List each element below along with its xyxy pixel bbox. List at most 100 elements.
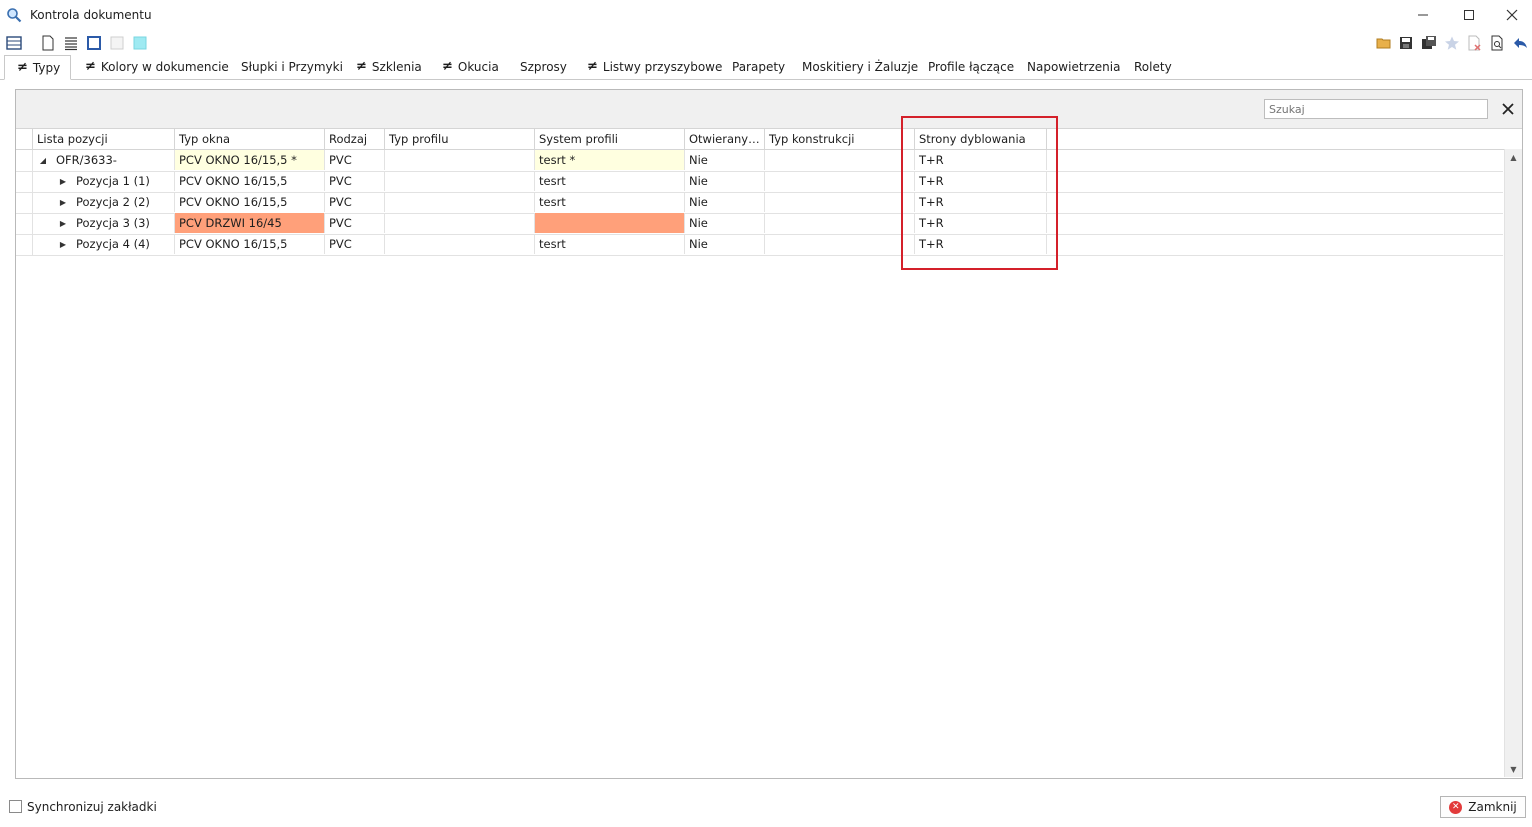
- close-window-button[interactable]: [1492, 0, 1532, 30]
- cell-system-profili: tesrt: [534, 234, 684, 254]
- cell-lista-pozycji: Pozycja 3 (3): [76, 216, 150, 230]
- cell-otwierany: Nie: [684, 192, 764, 212]
- cell-typ-profilu: [384, 234, 534, 254]
- cell-typ-konstrukcji: [764, 171, 914, 191]
- cell-filler: [1046, 192, 1066, 212]
- tab-szklenia[interactable]: ≠ Szklenia: [356, 55, 422, 78]
- cell-typ-profilu: [384, 150, 534, 170]
- not-equal-icon: ≠: [17, 60, 28, 75]
- column-header-rodzaj[interactable]: Rodzaj: [324, 129, 384, 149]
- open-folder-icon[interactable]: [1376, 35, 1392, 51]
- tab-moskitiery[interactable]: Moskitiery i Żaluzje: [802, 55, 918, 78]
- list-icon[interactable]: [63, 35, 79, 51]
- title-bar: Kontrola dokumentu: [0, 0, 1532, 30]
- close-circle-icon: ✕: [1449, 800, 1463, 814]
- collapse-triangle-icon[interactable]: ◢: [36, 150, 50, 170]
- tree-guide-line: [32, 150, 33, 255]
- cell-typ-okna: PCV OKNO 16/15,5: [174, 234, 324, 254]
- delete-document-icon[interactable]: [1466, 35, 1482, 51]
- not-equal-icon: ≠: [85, 59, 96, 74]
- cell-lista-pozycji: OFR/3633-: [56, 153, 117, 167]
- search-input[interactable]: [1264, 99, 1488, 119]
- tab-profile-laczace[interactable]: Profile łączące: [928, 55, 1014, 78]
- tab-parapety[interactable]: Parapety: [732, 55, 785, 78]
- table-row[interactable]: ▶ Pozycja 3 (3) PCV DRZWI 16/45 PVC Nie …: [16, 213, 1503, 235]
- cell-typ-profilu: [384, 192, 534, 212]
- table-row[interactable]: ▶ Pozycja 1 (1) PCV OKNO 16/15,5 PVC tes…: [16, 171, 1503, 193]
- cell-filler: [1046, 234, 1066, 254]
- column-header-typ-profilu[interactable]: Typ profilu: [384, 129, 534, 149]
- save-icon[interactable]: [1398, 35, 1414, 51]
- clear-search-icon[interactable]: [1498, 99, 1518, 119]
- cell-rodzaj: PVC: [324, 234, 384, 254]
- column-header-filler: [1046, 129, 1066, 149]
- cell-typ-okna: PCV OKNO 16/15,5 *: [174, 150, 324, 170]
- column-header-otwierany[interactable]: Otwierany…: [684, 129, 764, 149]
- sync-tabs-label: Synchronizuj zakładki: [27, 800, 157, 814]
- sync-tabs-checkbox[interactable]: [9, 800, 22, 813]
- grid-header: Lista pozycji Typ okna Rodzaj Typ profil…: [16, 129, 1522, 150]
- expand-triangle-icon[interactable]: ▶: [56, 192, 70, 212]
- cell-filler: [1046, 213, 1066, 233]
- minimize-button[interactable]: [1400, 0, 1446, 30]
- tab-napowietrzenia[interactable]: Napowietrzenia: [1027, 55, 1120, 78]
- square-light-icon[interactable]: [109, 35, 125, 51]
- not-equal-icon: ≠: [442, 59, 453, 74]
- cell-rodzaj: PVC: [324, 213, 384, 233]
- cell-system-profili: tesrt: [534, 192, 684, 212]
- panel-header: [16, 90, 1522, 129]
- column-header-typ-konstrukcji[interactable]: Typ konstrukcji: [764, 129, 914, 149]
- not-equal-icon: ≠: [356, 59, 367, 74]
- tab-okucia[interactable]: ≠ Okucia: [442, 55, 499, 78]
- cell-lista-pozycji: Pozycja 4 (4): [76, 237, 150, 251]
- vertical-scrollbar[interactable]: ▲ ▼: [1504, 149, 1522, 777]
- cell-system-profili: tesrt: [534, 171, 684, 191]
- cell-typ-konstrukcji: [764, 234, 914, 254]
- cell-typ-profilu: [384, 213, 534, 233]
- expand-triangle-icon[interactable]: ▶: [56, 234, 70, 254]
- tab-typy[interactable]: ≠ Typy: [4, 55, 72, 80]
- cell-lista-pozycji: Pozycja 2 (2): [76, 195, 150, 209]
- cell-system-profili: [534, 213, 684, 233]
- maximize-button[interactable]: [1446, 0, 1492, 30]
- expand-triangle-icon[interactable]: ▶: [56, 171, 70, 191]
- not-equal-icon: ≠: [587, 59, 598, 74]
- square-outline-icon[interactable]: [86, 35, 102, 51]
- column-header-system-profili[interactable]: System profili: [534, 129, 684, 149]
- cell-strony-dyblowania: T+R: [914, 213, 1046, 233]
- cell-filler: [1046, 171, 1066, 191]
- undo-arrow-icon[interactable]: [1512, 35, 1528, 51]
- column-header-strony-dyblowania[interactable]: Strony dyblowania: [914, 129, 1046, 149]
- save-all-icon[interactable]: [1421, 35, 1437, 51]
- cell-strony-dyblowania: T+R: [914, 234, 1046, 254]
- cell-otwierany: Nie: [684, 171, 764, 191]
- square-cyan-icon[interactable]: [132, 35, 148, 51]
- cell-typ-okna: PCV OKNO 16/15,5: [174, 171, 324, 191]
- tab-kolory[interactable]: ≠ Kolory w dokumencie: [85, 55, 229, 78]
- expand-triangle-icon[interactable]: ▶: [56, 213, 70, 233]
- cell-otwierany: Nie: [684, 234, 764, 254]
- column-header-lista-pozycji[interactable]: Lista pozycji: [32, 129, 174, 149]
- cell-system-profili: tesrt *: [534, 150, 684, 170]
- new-document-icon[interactable]: [40, 35, 56, 51]
- table-row[interactable]: ▶ Pozycja 4 (4) PCV OKNO 16/15,5 PVC tes…: [16, 234, 1503, 256]
- scroll-down-arrow-icon[interactable]: ▼: [1505, 761, 1522, 777]
- tab-listwy[interactable]: ≠ Listwy przyszybowe: [587, 55, 722, 78]
- content-panel: Lista pozycji Typ okna Rodzaj Typ profil…: [15, 89, 1523, 779]
- column-header-typ-okna[interactable]: Typ okna: [174, 129, 324, 149]
- cell-filler: [1046, 150, 1066, 170]
- cell-rodzaj: PVC: [324, 192, 384, 212]
- preview-icon[interactable]: [1489, 35, 1505, 51]
- tab-rolety[interactable]: Rolety: [1134, 55, 1172, 78]
- cell-typ-konstrukcji: [764, 192, 914, 212]
- cell-strony-dyblowania: T+R: [914, 171, 1046, 191]
- table-row[interactable]: ◢ OFR/3633- PCV OKNO 16/15,5 * PVC tesrt…: [16, 150, 1503, 172]
- tab-szprosy[interactable]: Szprosy: [520, 55, 567, 78]
- tab-slupki[interactable]: Słupki i Przymyki: [241, 55, 343, 78]
- grid-layout-icon[interactable]: [6, 35, 22, 51]
- star-icon[interactable]: [1444, 35, 1460, 51]
- table-row[interactable]: ▶ Pozycja 2 (2) PCV OKNO 16/15,5 PVC tes…: [16, 192, 1503, 214]
- scroll-up-arrow-icon[interactable]: ▲: [1505, 149, 1522, 165]
- close-button[interactable]: ✕ Zamknij: [1440, 796, 1526, 818]
- cell-typ-profilu: [384, 171, 534, 191]
